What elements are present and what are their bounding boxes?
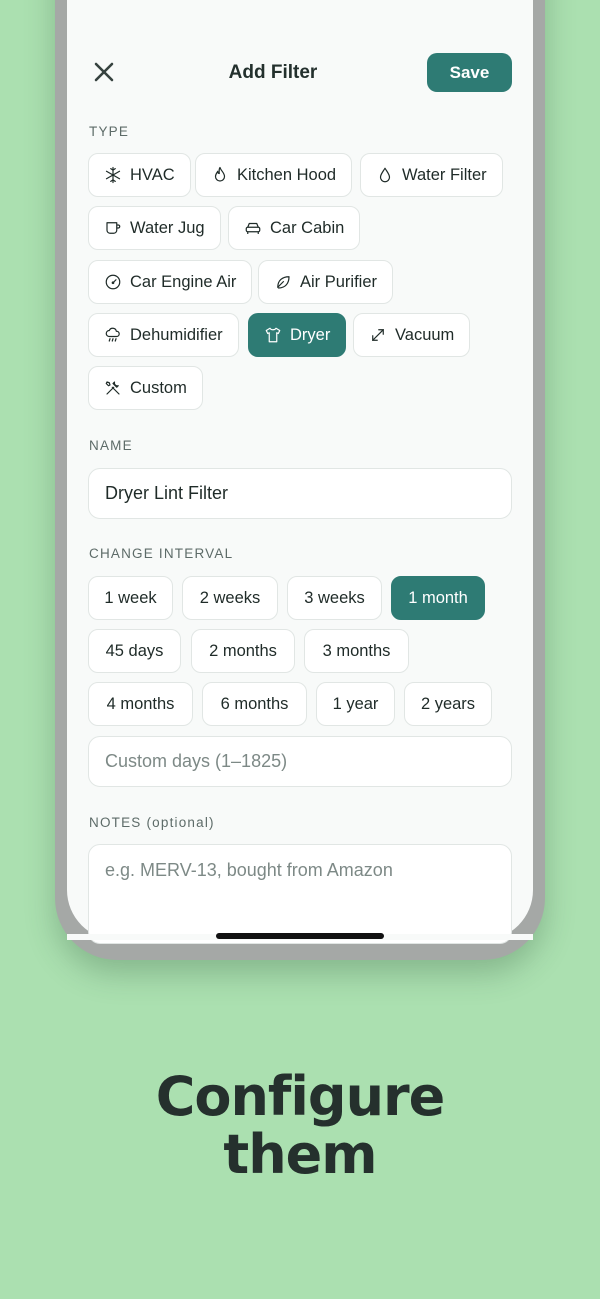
interval-chip-45-days[interactable]: 45 days	[88, 629, 181, 673]
interval-chip-2-years[interactable]: 2 years	[404, 682, 492, 726]
chip-label: Custom	[130, 378, 187, 397]
interval-chip-1-week[interactable]: 1 week	[88, 576, 173, 620]
chip-label: Air Purifier	[300, 272, 378, 291]
gauge-icon	[104, 273, 122, 291]
type-section-label: TYPE	[89, 124, 130, 139]
type-chip-water-filter[interactable]: Water Filter	[360, 153, 503, 197]
chip-label: Water Filter	[402, 165, 487, 184]
page-title: Add Filter	[228, 62, 318, 83]
name-input[interactable]	[88, 468, 512, 519]
snowflake-icon	[104, 166, 122, 184]
chip-label: Water Jug	[130, 218, 205, 237]
custom-days-input[interactable]	[88, 736, 512, 787]
chip-label: HVAC	[130, 165, 175, 184]
type-chip-car-cabin[interactable]: Car Cabin	[228, 206, 361, 250]
leaf-icon	[274, 273, 292, 291]
flame-icon	[211, 166, 229, 184]
type-chip-water-jug[interactable]: Water Jug	[88, 206, 221, 250]
type-chip-vacuum[interactable]: Vacuum	[353, 313, 471, 357]
droplet-icon	[376, 166, 394, 184]
name-section-label: NAME	[89, 438, 133, 453]
type-chip-hvac[interactable]: HVAC	[88, 153, 191, 197]
car-icon	[244, 219, 262, 237]
tagline-line-1: Configure	[155, 1065, 446, 1128]
interval-chip-6-months[interactable]: 6 months	[202, 682, 307, 726]
chip-label: Car Engine Air	[130, 272, 237, 291]
mug-icon	[104, 219, 122, 237]
type-chip-car-engine-air[interactable]: Car Engine Air	[88, 260, 253, 304]
chip-label: Dehumidifier	[130, 325, 223, 344]
close-button[interactable]	[92, 60, 116, 84]
type-chip-dehumidifier[interactable]: Dehumidifier	[88, 313, 239, 357]
interval-chip-2-months[interactable]: 2 months	[191, 629, 295, 673]
chip-label: Kitchen Hood	[237, 165, 337, 184]
tools-icon	[104, 379, 122, 397]
type-chip-kitchen-hood[interactable]: Kitchen Hood	[195, 153, 353, 197]
interval-chip-1-month[interactable]: 1 month	[391, 576, 485, 620]
notes-section-label: NOTES (optional)	[89, 815, 215, 830]
notes-textarea[interactable]	[88, 844, 512, 944]
interval-chip-2-weeks[interactable]: 2 weeks	[182, 576, 278, 620]
interval-section-label: CHANGE INTERVAL	[89, 546, 234, 561]
type-chip-dryer[interactable]: Dryer	[248, 313, 347, 357]
tagline: Configure them	[0, 1068, 600, 1184]
tagline-line-2: them	[223, 1123, 377, 1186]
interval-chip-4-months[interactable]: 4 months	[88, 682, 193, 726]
type-chip-air-purifier[interactable]: Air Purifier	[258, 260, 394, 304]
shirt-icon	[264, 326, 282, 344]
save-button[interactable]: Save	[427, 53, 512, 92]
home-indicator	[216, 933, 384, 939]
interval-chip-3-months[interactable]: 3 months	[304, 629, 409, 673]
chip-label: Car Cabin	[270, 218, 345, 237]
cloud-rain-icon	[104, 326, 122, 344]
expand-arrows-icon	[369, 326, 387, 344]
chip-label: Dryer	[290, 325, 331, 344]
chip-label: Vacuum	[395, 325, 455, 344]
type-chip-custom[interactable]: Custom	[88, 366, 203, 410]
interval-chip-3-weeks[interactable]: 3 weeks	[287, 576, 382, 620]
interval-chip-1-year[interactable]: 1 year	[316, 682, 395, 726]
close-icon	[92, 62, 116, 88]
